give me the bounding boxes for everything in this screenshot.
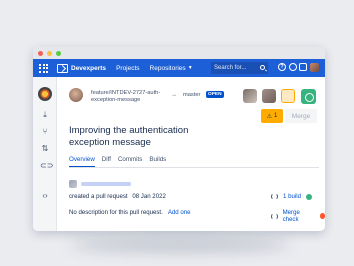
- warning-count: 1: [274, 113, 278, 119]
- creator-avatar[interactable]: [69, 180, 77, 188]
- created-text: created a pull request: [69, 193, 128, 200]
- add-description-link[interactable]: Add one: [168, 209, 191, 216]
- pull-request-page: feature/INTDEV-2727-auth-exception-messa…: [57, 77, 325, 231]
- window-titlebar: [33, 47, 325, 59]
- build-status[interactable]: 1 build: [271, 193, 312, 200]
- notifications-icon[interactable]: [299, 63, 307, 71]
- brand-name[interactable]: Devexperts: [71, 65, 106, 72]
- tab-overview[interactable]: Overview: [69, 156, 95, 167]
- chevron-down-icon[interactable]: ▼: [188, 65, 193, 71]
- reviewer-avatar[interactable]: [262, 89, 276, 103]
- collapse-sidebar-icon[interactable]: ‹›: [40, 191, 50, 201]
- sync-icon: [271, 212, 278, 220]
- sync-icon: [271, 193, 278, 200]
- error-icon: [319, 213, 325, 219]
- search-input[interactable]: Search for...: [211, 62, 268, 74]
- top-navigation: Devexperts Projects Repositories ▼ Searc…: [33, 59, 325, 77]
- reviewer-avatar[interactable]: [243, 89, 257, 103]
- search-icon[interactable]: [260, 65, 265, 70]
- inbox-icon[interactable]: ⤓: [40, 110, 50, 120]
- more-actions-button[interactable]: •••: [323, 109, 325, 123]
- tab-builds[interactable]: Builds: [149, 156, 166, 167]
- nav-repositories[interactable]: Repositories: [150, 65, 186, 72]
- merge-button[interactable]: Merge: [285, 109, 317, 123]
- merge-check-status[interactable]: Merge check: [271, 209, 325, 223]
- pull-request-tabs: Overview Diff Commits Builds: [69, 156, 173, 167]
- description-text: No description for this pull request.: [69, 209, 163, 216]
- build-label[interactable]: 1 build: [283, 193, 301, 200]
- close-window-dot[interactable]: [38, 50, 43, 56]
- status-badge: OPEN: [206, 91, 224, 98]
- maximize-window-dot[interactable]: [56, 50, 61, 56]
- tab-commits[interactable]: Commits: [118, 156, 142, 167]
- description-row: No description for this pull request. Add…: [69, 209, 191, 216]
- search-placeholder: Search for...: [214, 65, 247, 71]
- nav-projects[interactable]: Projects: [116, 65, 139, 72]
- project-sidebar: ⤓ ⑂ ⇅ ⊂⊃ ‹›: [33, 77, 57, 231]
- success-icon: [305, 193, 312, 200]
- warning-icon: ⚠: [266, 113, 273, 120]
- branch-arrow-icon: →: [171, 92, 177, 98]
- approve-button[interactable]: [301, 89, 316, 104]
- tabs-divider: [69, 167, 319, 168]
- app-switcher-icon[interactable]: [39, 63, 48, 73]
- created-info: created a pull request 08 Jan 2022: [69, 193, 166, 200]
- minimize-window-dot[interactable]: [47, 50, 52, 56]
- reviewer-avatar[interactable]: [281, 89, 295, 103]
- settings-icon[interactable]: [289, 63, 297, 71]
- merge-check-label[interactable]: Merge check: [283, 209, 315, 223]
- page-title: Improving the authentication exception m…: [69, 125, 189, 148]
- creator-name[interactable]: [81, 182, 131, 186]
- window-shadow: [70, 238, 290, 252]
- source-branch[interactable]: feature/INTDEV-2727-auth-exception-messa…: [91, 90, 161, 104]
- link-icon[interactable]: ⊂⊃: [40, 161, 53, 171]
- target-branch[interactable]: master: [183, 92, 200, 98]
- browser-window: Devexperts Projects Repositories ▼ Searc…: [33, 47, 325, 231]
- warning-button[interactable]: ⚠ 1: [261, 109, 283, 123]
- project-avatar-icon[interactable]: [38, 87, 52, 101]
- bitbucket-logo-icon[interactable]: [57, 63, 68, 73]
- created-date: 08 Jan 2022: [132, 193, 166, 200]
- pull-request-icon[interactable]: ⑂: [40, 127, 50, 137]
- tab-diff[interactable]: Diff: [102, 156, 111, 167]
- author-avatar[interactable]: [69, 88, 83, 102]
- help-icon[interactable]: ?: [278, 63, 286, 71]
- user-avatar[interactable]: [310, 63, 319, 72]
- branches-icon[interactable]: ⇅: [40, 144, 50, 154]
